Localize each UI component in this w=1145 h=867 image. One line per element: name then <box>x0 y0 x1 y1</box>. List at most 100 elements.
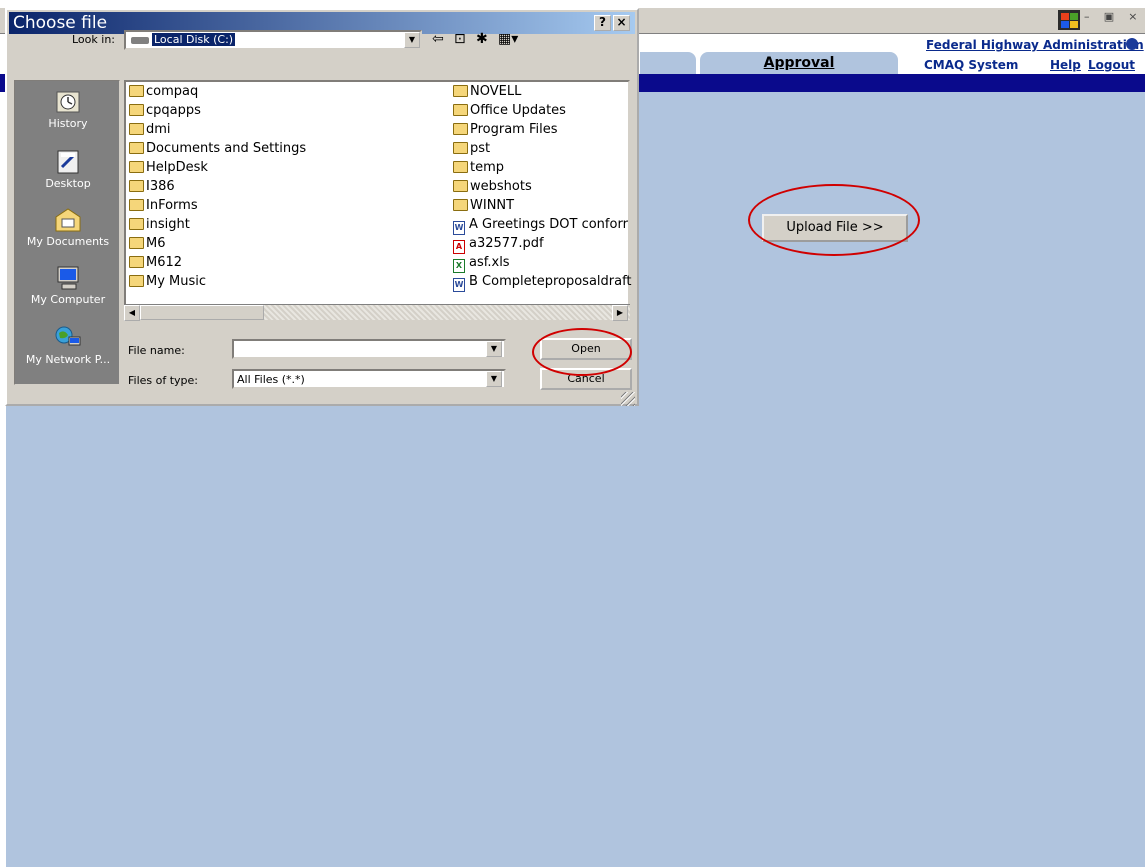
drive-icon <box>131 37 149 44</box>
file-name: M612 <box>146 255 183 270</box>
file-name: HelpDesk <box>146 160 208 175</box>
place-desktop[interactable]: Desktop <box>15 149 121 190</box>
file-name-input[interactable]: ▼ <box>232 339 506 359</box>
back-icon[interactable]: ⇦ <box>432 30 444 48</box>
cancel-button[interactable]: Cancel <box>540 368 632 390</box>
file-name: pst <box>470 141 491 156</box>
list-item[interactable]: insight <box>129 215 190 234</box>
window-controls[interactable]: – ▣ × <box>1084 10 1144 23</box>
file-name: Documents and Settings <box>146 141 307 156</box>
look-in-select[interactable]: Local Disk (C:) ▼ <box>124 30 422 50</box>
folder-icon <box>453 104 468 116</box>
open-button[interactable]: Open <box>540 338 632 360</box>
place-my-computer[interactable]: My Computer <box>15 265 121 306</box>
my-documents-icon <box>55 208 81 232</box>
scroll-right-icon[interactable]: ▶ <box>612 305 628 321</box>
list-item[interactable]: pst <box>453 139 490 158</box>
list-item[interactable]: M6 <box>129 234 166 253</box>
view-menu-icon[interactable]: ▦▾ <box>498 30 518 48</box>
horizontal-scrollbar[interactable]: ◀ ▶ <box>124 304 630 321</box>
chevron-down-icon[interactable]: ▼ <box>486 341 502 357</box>
list-item[interactable]: M612 <box>129 253 182 272</box>
file-list[interactable]: compaq cpqapps dmi Documents and Setting… <box>124 80 632 320</box>
place-my-documents-label: My Documents <box>26 235 110 248</box>
fhwa-logo-icon <box>1126 38 1138 50</box>
new-folder-icon[interactable]: ✱ <box>476 30 488 48</box>
word-doc-icon: W <box>453 278 465 292</box>
list-item[interactable]: Aa32577.pdf <box>453 234 544 254</box>
place-my-network-label: My Network P... <box>25 353 111 366</box>
place-my-documents[interactable]: My Documents <box>15 207 121 248</box>
list-item[interactable]: Xasf.xls <box>453 253 510 273</box>
files-of-type-value: All Files (*.*) <box>237 373 305 386</box>
scroll-left-icon[interactable]: ◀ <box>124 305 140 321</box>
place-my-network[interactable]: My Network P... <box>15 325 121 366</box>
file-name: insight <box>146 217 190 232</box>
place-history-label: History <box>48 117 88 130</box>
list-item[interactable]: My Music <box>129 272 206 291</box>
file-name: B Completeproposaldraft <box>469 274 632 289</box>
list-item[interactable]: WINNT <box>453 196 514 215</box>
look-in-value: Local Disk (C:) <box>152 33 236 46</box>
upload-file-button[interactable]: Upload File >> <box>762 214 908 242</box>
list-item[interactable]: Program Files <box>453 120 558 139</box>
file-name: InForms <box>146 198 198 213</box>
file-name: asf.xls <box>469 255 510 270</box>
list-item[interactable]: InForms <box>129 196 198 215</box>
files-of-type-label: Files of type: <box>128 374 199 387</box>
dialog-title: Choose file <box>13 13 108 33</box>
folder-icon <box>129 142 144 154</box>
tab-approval[interactable]: Approval <box>700 52 898 74</box>
folder-icon <box>129 199 144 211</box>
look-in-label: Look in: <box>72 33 115 46</box>
folder-icon <box>129 218 144 230</box>
resize-grip[interactable] <box>621 392 635 406</box>
list-item[interactable]: temp <box>453 158 504 177</box>
folder-icon <box>129 104 144 116</box>
file-name: M6 <box>146 236 166 251</box>
folder-icon <box>129 85 144 97</box>
list-item[interactable]: I386 <box>129 177 175 196</box>
help-link[interactable]: Help <box>1050 58 1081 72</box>
folder-icon <box>129 237 144 249</box>
place-desktop-label: Desktop <box>45 177 91 190</box>
list-item[interactable]: Documents and Settings <box>129 139 306 158</box>
list-item[interactable]: cpqapps <box>129 101 201 120</box>
word-doc-icon: W <box>453 221 465 235</box>
help-button[interactable]: ? <box>594 15 611 31</box>
choose-file-dialog: Choose file ? × Look in: Local Disk (C:)… <box>5 8 639 406</box>
pdf-icon: A <box>453 240 465 254</box>
file-name: compaq <box>146 84 199 99</box>
excel-icon: X <box>453 259 465 273</box>
fhwa-link[interactable]: Federal Highway Administration <box>926 38 1144 52</box>
places-bar: History Desktop My Documents My Computer… <box>14 80 120 385</box>
chevron-down-icon[interactable]: ▼ <box>486 371 502 387</box>
list-item[interactable]: W A Greetings DOT conforr <box>453 215 628 235</box>
system-name: CMAQ System <box>924 58 1019 72</box>
file-name: A Greetings DOT conforr <box>469 217 628 232</box>
folder-icon <box>453 199 468 211</box>
list-item[interactable]: webshots <box>453 177 532 196</box>
files-of-type-select[interactable]: All Files (*.*) ▼ <box>232 369 506 389</box>
list-item[interactable]: NOVELL <box>453 82 521 101</box>
list-item[interactable]: Office Updates <box>453 101 566 120</box>
logout-link[interactable]: Logout <box>1088 58 1135 72</box>
scrollbar-thumb[interactable] <box>140 305 264 320</box>
place-history[interactable]: History <box>15 89 121 130</box>
history-icon <box>56 91 80 113</box>
list-item[interactable]: W B Completeproposaldraft <box>453 272 632 292</box>
tab-approval-label: Approval <box>763 55 835 71</box>
tab-previous[interactable] <box>640 52 696 74</box>
chevron-down-icon[interactable]: ▼ <box>404 32 420 48</box>
close-button[interactable]: × <box>613 15 630 31</box>
place-my-computer-label: My Computer <box>30 293 106 306</box>
up-folder-icon[interactable]: ⊡ <box>454 30 466 48</box>
file-name: Office Updates <box>470 103 566 118</box>
list-item[interactable]: compaq <box>129 82 198 101</box>
folder-icon <box>129 275 144 287</box>
file-name: WINNT <box>470 198 515 213</box>
file-name: Program Files <box>470 122 558 137</box>
list-item[interactable]: HelpDesk <box>129 158 208 177</box>
list-item[interactable]: dmi <box>129 120 171 139</box>
my-computer-icon <box>57 266 79 290</box>
